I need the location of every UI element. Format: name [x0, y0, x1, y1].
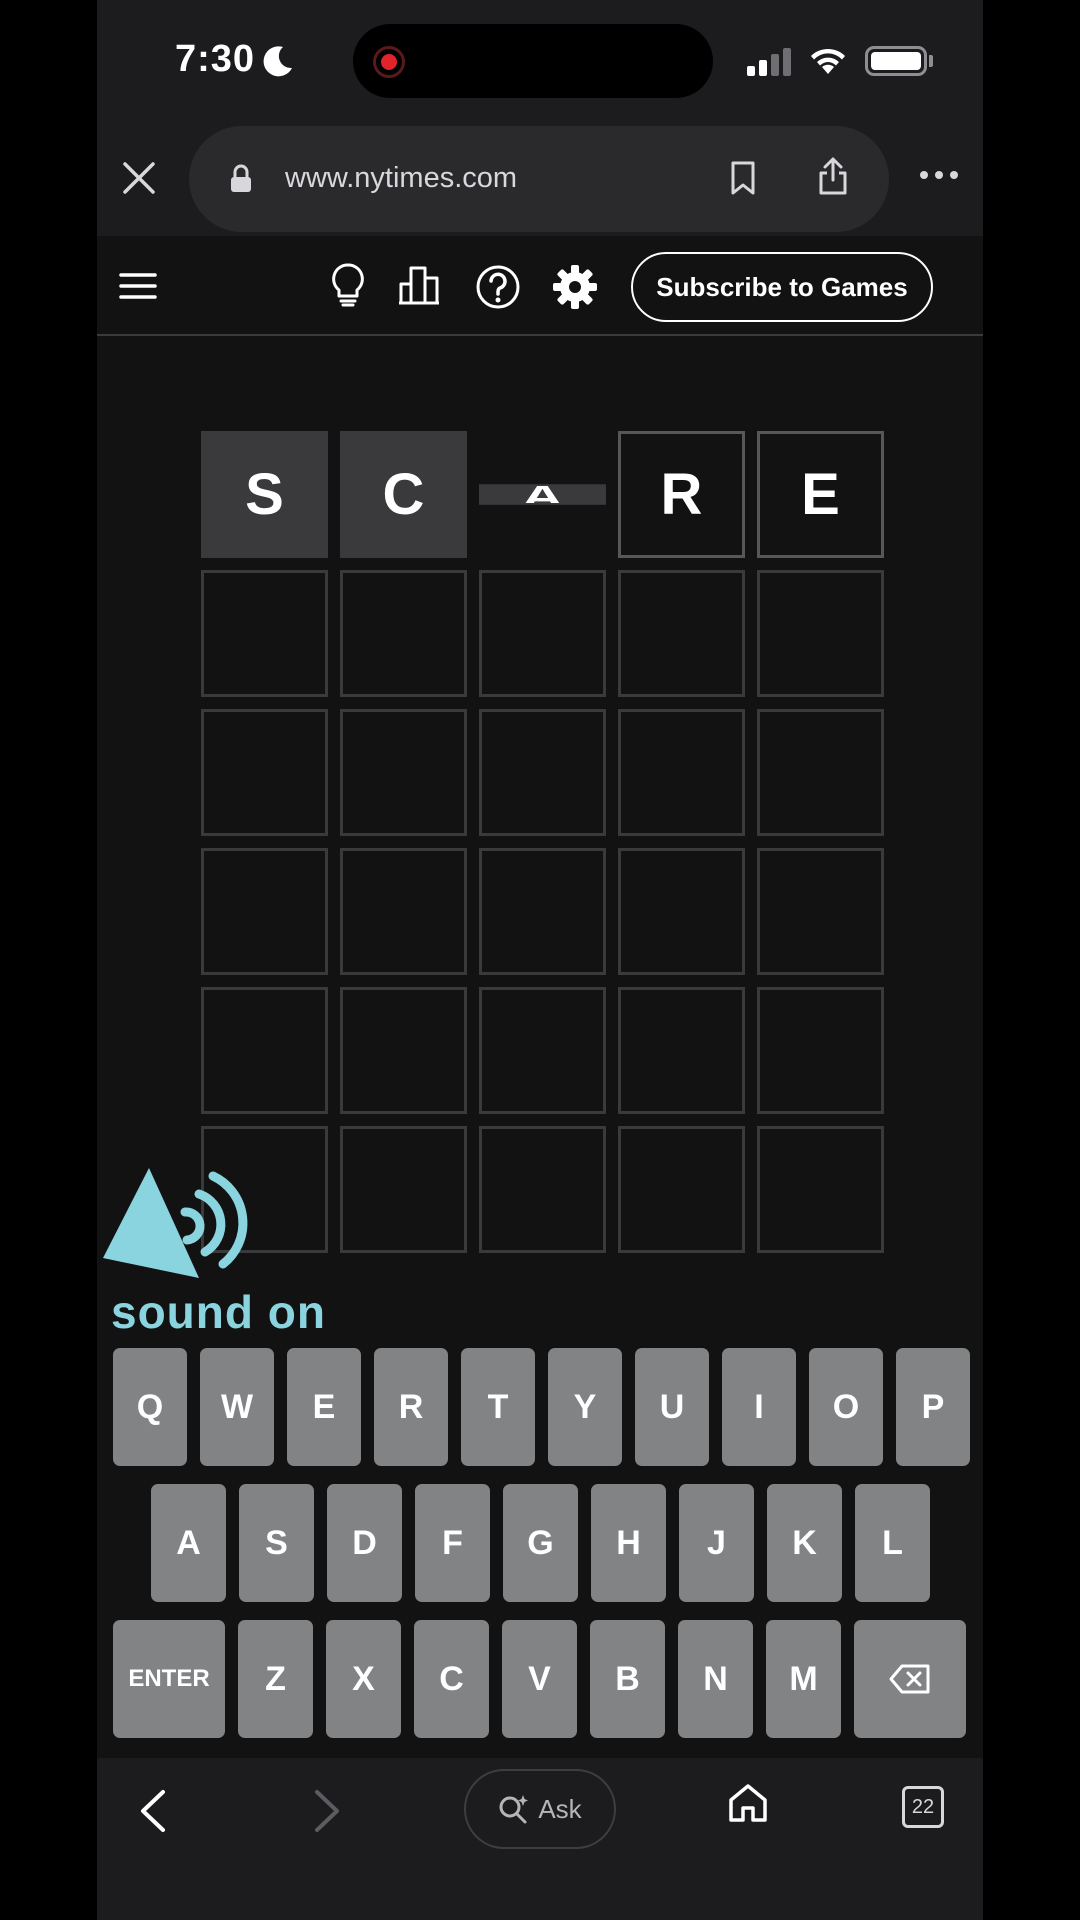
- key-y[interactable]: Y: [548, 1348, 622, 1466]
- board-tile: R: [618, 431, 745, 558]
- dynamic-island: [353, 24, 713, 98]
- key-i[interactable]: I: [722, 1348, 796, 1466]
- forward-arrow-icon[interactable]: [313, 1788, 343, 1834]
- board-tile: [340, 709, 467, 836]
- settings-gear-icon[interactable]: [552, 264, 598, 310]
- key-m[interactable]: M: [766, 1620, 841, 1738]
- battery-icon: [865, 46, 927, 76]
- key-f[interactable]: F: [415, 1484, 490, 1602]
- board-tile: [618, 570, 745, 697]
- key-a[interactable]: A: [151, 1484, 226, 1602]
- key-z[interactable]: Z: [238, 1620, 313, 1738]
- help-icon[interactable]: [475, 264, 521, 310]
- browser-toolbar: Ask 22: [97, 1758, 983, 1920]
- board-tile: [618, 1126, 745, 1253]
- clock: 7:30: [175, 38, 256, 80]
- speaker-icon: [103, 1168, 248, 1278]
- board-tile: [757, 570, 884, 697]
- key-g[interactable]: G: [503, 1484, 578, 1602]
- board-tile: [757, 709, 884, 836]
- more-options-icon[interactable]: [919, 170, 959, 180]
- board-tile: [479, 570, 606, 697]
- key-n[interactable]: N: [678, 1620, 753, 1738]
- moon-icon: [263, 46, 292, 77]
- search-sparkle-icon: [499, 1795, 529, 1824]
- menu-icon[interactable]: [119, 272, 157, 300]
- board-tile: [340, 1126, 467, 1253]
- key-r[interactable]: R: [374, 1348, 448, 1466]
- board-tile: [479, 1126, 606, 1253]
- browser-address-row: www.nytimes.com: [97, 120, 983, 236]
- board-tile: [340, 848, 467, 975]
- ask-button[interactable]: Ask: [464, 1769, 616, 1849]
- board-tile: [618, 987, 745, 1114]
- key-u[interactable]: U: [635, 1348, 709, 1466]
- board-tile: C: [340, 431, 467, 558]
- board-tile: [479, 709, 606, 836]
- home-icon[interactable]: [727, 1782, 769, 1824]
- tab-count-button[interactable]: 22: [902, 1786, 944, 1828]
- key-k[interactable]: K: [767, 1484, 842, 1602]
- key-p[interactable]: P: [896, 1348, 970, 1466]
- key-w[interactable]: W: [200, 1348, 274, 1466]
- url-text: www.nytimes.com: [285, 162, 518, 194]
- share-icon[interactable]: [817, 156, 849, 196]
- key-s[interactable]: S: [239, 1484, 314, 1602]
- board-tile: [201, 848, 328, 975]
- address-bar[interactable]: www.nytimes.com: [189, 126, 889, 232]
- board-tile: [618, 709, 745, 836]
- backspace-icon: [889, 1664, 930, 1694]
- key-j[interactable]: J: [679, 1484, 754, 1602]
- key-e[interactable]: E: [287, 1348, 361, 1466]
- board-tile: [201, 987, 328, 1114]
- key-q[interactable]: Q: [113, 1348, 187, 1466]
- recording-icon: [373, 46, 405, 78]
- key-b[interactable]: B: [590, 1620, 665, 1738]
- board-tile: [479, 987, 606, 1114]
- lightbulb-icon[interactable]: [330, 262, 366, 308]
- board-tile: [340, 570, 467, 697]
- board-tile: [757, 987, 884, 1114]
- key-d[interactable]: D: [327, 1484, 402, 1602]
- key-v[interactable]: V: [502, 1620, 577, 1738]
- statistics-icon[interactable]: [397, 264, 441, 306]
- key-o[interactable]: O: [809, 1348, 883, 1466]
- board-tile: A: [479, 484, 606, 505]
- key-h[interactable]: H: [591, 1484, 666, 1602]
- wifi-icon: [811, 48, 845, 74]
- cellular-signal-icon: [747, 48, 791, 76]
- board-tile: [479, 848, 606, 975]
- back-arrow-icon[interactable]: [137, 1788, 167, 1834]
- key-x[interactable]: X: [326, 1620, 401, 1738]
- lock-icon: [231, 164, 251, 192]
- key-enter[interactable]: ENTER: [113, 1620, 225, 1738]
- board-tile: E: [757, 431, 884, 558]
- sound-on-label: sound on: [111, 1286, 326, 1338]
- ask-label: Ask: [538, 1793, 582, 1824]
- board-tile: [201, 709, 328, 836]
- close-icon[interactable]: [119, 158, 159, 198]
- status-bar: 7:30: [97, 0, 983, 120]
- board-tile: [340, 987, 467, 1114]
- subscribe-button[interactable]: Subscribe to Games: [631, 252, 933, 322]
- bookmark-icon[interactable]: [729, 160, 757, 196]
- board-tile: [757, 1126, 884, 1253]
- key-c[interactable]: C: [414, 1620, 489, 1738]
- game-header: Subscribe to Games: [97, 236, 983, 336]
- phone-screen: 7:30 www.nytimes.com Subscribe to Games …: [97, 0, 983, 1920]
- board-tile: S: [201, 431, 328, 558]
- board-tile: [757, 848, 884, 975]
- key-backspace[interactable]: [854, 1620, 966, 1738]
- key-t[interactable]: T: [461, 1348, 535, 1466]
- board-tile: [201, 570, 328, 697]
- key-l[interactable]: L: [855, 1484, 930, 1602]
- board-tile: [618, 848, 745, 975]
- game-board: SCARE: [201, 431, 884, 1253]
